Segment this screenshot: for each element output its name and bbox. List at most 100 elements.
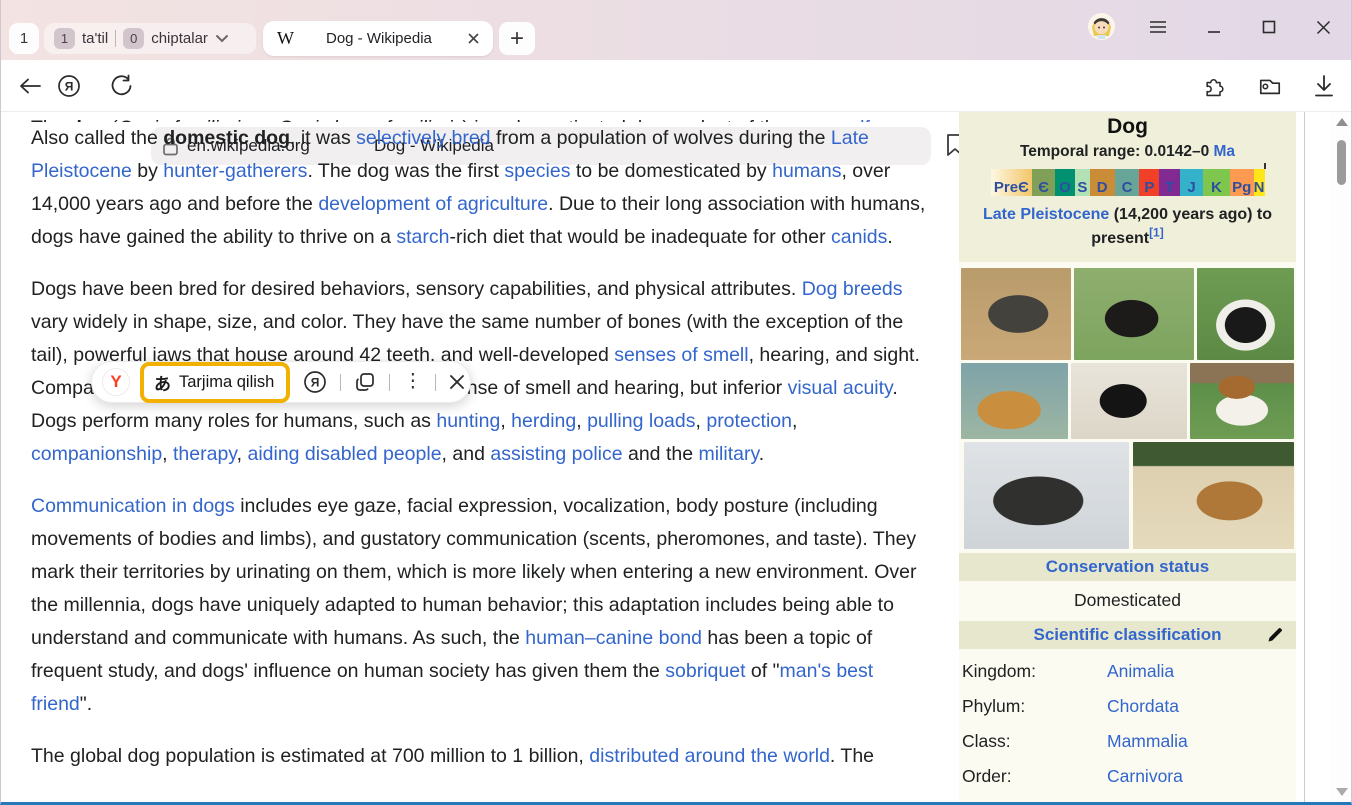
scrollbar[interactable] [1331, 112, 1352, 802]
popup-more-icon[interactable]: ⋮ [403, 379, 422, 385]
timescale-label: PreЄ [994, 179, 1029, 196]
text-segment: , it was [290, 127, 356, 149]
dog-photo-golden-water[interactable] [961, 363, 1068, 439]
inline-link[interactable]: species [504, 160, 570, 182]
text-segment: . The [830, 745, 874, 767]
timescale-segment-O[interactable]: O [1055, 169, 1075, 196]
tax-value-link[interactable]: Mammalia [1107, 724, 1188, 759]
text-segment: -rich diet that would be inadequate for … [449, 226, 831, 248]
inline-link[interactable]: canids [831, 226, 887, 248]
tab-strip: 1 1 ta'til 0 chiptalar W Dog - Wikipedia… [1, 0, 1351, 60]
paragraph: Communication in dogs includes eye gaze,… [31, 490, 937, 721]
table-row: Class: Mammalia [959, 724, 1296, 759]
chevron-down-icon[interactable] [215, 34, 229, 43]
text-segment: . [870, 117, 875, 122]
dog-image-grid [959, 267, 1296, 550]
reference-link[interactable]: [1] [1149, 226, 1164, 240]
inline-link[interactable]: assisting police [490, 443, 622, 465]
inline-link[interactable]: development of agriculture [318, 193, 548, 215]
inline-link[interactable]: hunting [436, 410, 500, 432]
scrollbar-thumb[interactable] [1337, 140, 1346, 185]
popup-translate-label: Tarjima qilish [179, 373, 274, 392]
text-segment: , and [442, 443, 491, 465]
timescale-label: D [1097, 179, 1108, 196]
tax-value-link[interactable]: Animalia [1107, 654, 1174, 689]
inline-link[interactable]: visual acuity [788, 377, 893, 399]
popup-translate-button[interactable]: あ Tarjima qilish [140, 362, 290, 403]
scroll-down-arrow[interactable] [1336, 788, 1348, 796]
menu-icon[interactable] [1147, 16, 1169, 38]
dog-photo-black-white-standing[interactable] [1074, 268, 1194, 360]
dog-photo-mottled-running[interactable] [961, 268, 1071, 360]
tab-counter-pill[interactable]: 1 [9, 23, 39, 54]
inline-link[interactable]: therapy [173, 443, 237, 465]
dog-photo-terrier[interactable] [1190, 363, 1294, 439]
popup-close-icon[interactable] [449, 374, 465, 390]
inline-link[interactable]: protection [706, 410, 792, 432]
timescale-segment-C[interactable]: C [1115, 169, 1140, 196]
inline-link[interactable]: Late Pleistocene [983, 206, 1109, 223]
inline-link[interactable]: herding [511, 410, 576, 432]
inline-link[interactable]: companionship [31, 443, 162, 465]
yandex-search-icon[interactable]: Я [303, 370, 327, 394]
tax-value-link[interactable]: Carnivora [1107, 759, 1183, 794]
inline-link[interactable]: Communication in dogs [31, 495, 235, 517]
inline-link[interactable]: Ma [1214, 143, 1236, 160]
timescale-segment-T[interactable]: T [1159, 169, 1180, 196]
taxobox: Dog Temporal range: 0.0142–0 Ma PreЄЄOSD… [959, 112, 1296, 802]
download-icon[interactable] [1312, 74, 1336, 98]
article-body: The dog (Canis familiaris or Canis lupus… [31, 112, 937, 792]
geologic-timescale: PreЄЄOSDCPTJKPgN [991, 169, 1265, 196]
inline-link[interactable]: senses of smell [614, 344, 748, 366]
copy-icon[interactable] [354, 371, 376, 393]
tab-dog-wikipedia[interactable]: W Dog - Wikipedia [263, 21, 493, 56]
inline-link[interactable]: sobriquet [665, 660, 745, 682]
yandex-logo-icon[interactable]: Y [102, 368, 130, 396]
close-button[interactable] [1312, 16, 1334, 38]
tax-value-link[interactable]: Chordata [1107, 689, 1179, 724]
timescale-segment-K[interactable]: K [1203, 169, 1230, 196]
inline-link[interactable]: human–canine bond [525, 627, 702, 649]
inline-link[interactable]: selectively bred [356, 127, 490, 149]
reload-icon[interactable] [109, 74, 133, 98]
timescale-segment-P[interactable]: P [1139, 169, 1159, 196]
timescale-segment-Є[interactable]: Є [1032, 169, 1055, 196]
timescale-segment-D[interactable]: D [1090, 169, 1115, 196]
timescale-segment-J[interactable]: J [1180, 169, 1203, 196]
dog-photo-black-lab[interactable] [1071, 363, 1187, 439]
timescale-segment-N[interactable]: N [1254, 169, 1265, 196]
collections-tag-icon[interactable] [1258, 74, 1282, 98]
dog-photo-beach-dogs[interactable] [1133, 442, 1294, 549]
inline-link[interactable]: pulling loads [587, 410, 695, 432]
edit-pencil-icon[interactable] [1267, 626, 1284, 643]
inline-link[interactable]: humans [772, 160, 841, 182]
timescale-segment-Pg[interactable]: Pg [1230, 169, 1254, 196]
yandex-browser-icon[interactable]: Я [57, 74, 81, 98]
timescale-label: N [1254, 179, 1265, 196]
conservation-value: Domesticated [959, 581, 1296, 621]
tab-close-icon[interactable] [467, 32, 480, 45]
inline-link[interactable]: Dog breeds [802, 278, 903, 300]
conservation-status-header: Conservation status [959, 553, 1296, 581]
text-segment: to be domesticated by [570, 160, 772, 182]
scroll-up-arrow[interactable] [1336, 118, 1348, 126]
text-segment: , [792, 410, 797, 432]
classification-header-text: Scientific classification [1033, 625, 1221, 645]
timescale-segment-PreЄ[interactable]: PreЄ [991, 169, 1033, 196]
extensions-icon[interactable] [1202, 74, 1226, 98]
timescale-segment-S[interactable]: S [1075, 169, 1090, 196]
dog-photo-sled-dogs[interactable] [964, 442, 1129, 549]
inline-link[interactable]: aiding disabled people [247, 443, 441, 465]
inline-link[interactable]: starch [396, 226, 449, 248]
inline-link[interactable]: hunter-gatherers [163, 160, 307, 182]
inline-link[interactable]: distributed around the world [589, 745, 830, 767]
maximize-button[interactable] [1258, 16, 1280, 38]
avatar[interactable] [1088, 13, 1115, 40]
tab-group-pill[interactable]: 1 ta'til 0 chiptalar [44, 23, 256, 54]
dog-photo-longhaired[interactable] [1197, 268, 1294, 360]
tax-rank: Class: [959, 724, 1107, 759]
new-tab-button[interactable]: + [499, 22, 535, 55]
back-icon[interactable] [18, 74, 42, 98]
minimize-button[interactable] [1203, 16, 1225, 38]
inline-link[interactable]: military [698, 443, 758, 465]
